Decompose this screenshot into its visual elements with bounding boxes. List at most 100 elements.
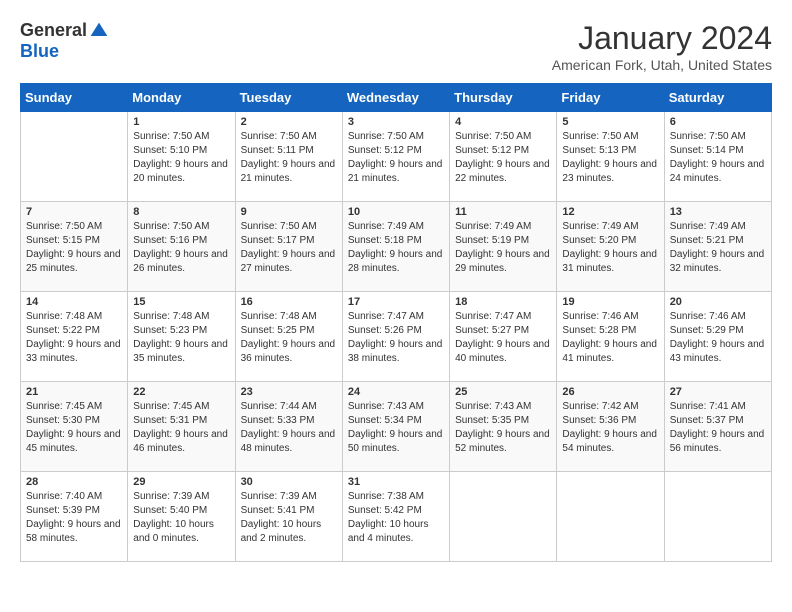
day-number: 23 [241, 386, 337, 398]
calendar-cell: 23 Sunrise: 7:44 AM Sunset: 5:33 PM Dayl… [235, 382, 342, 472]
sunrise-text: Sunrise: 7:49 AM [348, 220, 444, 234]
day-number: 8 [133, 206, 229, 218]
day-info: Sunrise: 7:43 AM Sunset: 5:34 PM Dayligh… [348, 400, 444, 456]
calendar-cell: 6 Sunrise: 7:50 AM Sunset: 5:14 PM Dayli… [664, 112, 771, 202]
sunset-text: Sunset: 5:35 PM [455, 414, 551, 428]
location: American Fork, Utah, United States [552, 57, 772, 73]
day-info: Sunrise: 7:50 AM Sunset: 5:10 PM Dayligh… [133, 130, 229, 186]
day-info: Sunrise: 7:46 AM Sunset: 5:29 PM Dayligh… [670, 310, 766, 366]
calendar-cell [664, 472, 771, 562]
calendar-cell: 28 Sunrise: 7:40 AM Sunset: 5:39 PM Dayl… [21, 472, 128, 562]
day-number: 2 [241, 116, 337, 128]
day-number: 7 [26, 206, 122, 218]
day-number: 1 [133, 116, 229, 128]
sunrise-text: Sunrise: 7:43 AM [455, 400, 551, 414]
sunset-text: Sunset: 5:13 PM [562, 144, 658, 158]
day-number: 11 [455, 206, 551, 218]
sunset-text: Sunset: 5:18 PM [348, 234, 444, 248]
calendar-week-row: 1 Sunrise: 7:50 AM Sunset: 5:10 PM Dayli… [21, 112, 772, 202]
day-info: Sunrise: 7:45 AM Sunset: 5:30 PM Dayligh… [26, 400, 122, 456]
sunrise-text: Sunrise: 7:50 AM [133, 130, 229, 144]
daylight-text: Daylight: 9 hours and 33 minutes. [26, 338, 122, 366]
sunset-text: Sunset: 5:12 PM [348, 144, 444, 158]
day-info: Sunrise: 7:42 AM Sunset: 5:36 PM Dayligh… [562, 400, 658, 456]
sunset-text: Sunset: 5:34 PM [348, 414, 444, 428]
sunrise-text: Sunrise: 7:47 AM [455, 310, 551, 324]
calendar-cell: 9 Sunrise: 7:50 AM Sunset: 5:17 PM Dayli… [235, 202, 342, 292]
day-number: 9 [241, 206, 337, 218]
day-info: Sunrise: 7:40 AM Sunset: 5:39 PM Dayligh… [26, 490, 122, 546]
day-number: 19 [562, 296, 658, 308]
sunrise-text: Sunrise: 7:50 AM [26, 220, 122, 234]
sunset-text: Sunset: 5:14 PM [670, 144, 766, 158]
daylight-text: Daylight: 9 hours and 29 minutes. [455, 248, 551, 276]
sunset-text: Sunset: 5:20 PM [562, 234, 658, 248]
daylight-text: Daylight: 9 hours and 21 minutes. [348, 158, 444, 186]
day-number: 28 [26, 476, 122, 488]
day-info: Sunrise: 7:50 AM Sunset: 5:11 PM Dayligh… [241, 130, 337, 186]
daylight-text: Daylight: 9 hours and 22 minutes. [455, 158, 551, 186]
calendar-cell: 17 Sunrise: 7:47 AM Sunset: 5:26 PM Dayl… [342, 292, 449, 382]
day-number: 6 [670, 116, 766, 128]
day-info: Sunrise: 7:43 AM Sunset: 5:35 PM Dayligh… [455, 400, 551, 456]
day-info: Sunrise: 7:47 AM Sunset: 5:27 PM Dayligh… [455, 310, 551, 366]
daylight-text: Daylight: 10 hours and 2 minutes. [241, 518, 337, 546]
daylight-text: Daylight: 9 hours and 48 minutes. [241, 428, 337, 456]
sunset-text: Sunset: 5:23 PM [133, 324, 229, 338]
calendar-cell: 21 Sunrise: 7:45 AM Sunset: 5:30 PM Dayl… [21, 382, 128, 472]
calendar-cell: 20 Sunrise: 7:46 AM Sunset: 5:29 PM Dayl… [664, 292, 771, 382]
sunset-text: Sunset: 5:21 PM [670, 234, 766, 248]
day-info: Sunrise: 7:49 AM Sunset: 5:21 PM Dayligh… [670, 220, 766, 276]
day-number: 24 [348, 386, 444, 398]
sunset-text: Sunset: 5:10 PM [133, 144, 229, 158]
sunrise-text: Sunrise: 7:40 AM [26, 490, 122, 504]
calendar-cell: 30 Sunrise: 7:39 AM Sunset: 5:41 PM Dayl… [235, 472, 342, 562]
daylight-text: Daylight: 9 hours and 43 minutes. [670, 338, 766, 366]
sunrise-text: Sunrise: 7:49 AM [670, 220, 766, 234]
day-number: 15 [133, 296, 229, 308]
header-day-monday: Monday [128, 84, 235, 112]
daylight-text: Daylight: 9 hours and 58 minutes. [26, 518, 122, 546]
sunrise-text: Sunrise: 7:45 AM [133, 400, 229, 414]
day-number: 22 [133, 386, 229, 398]
sunset-text: Sunset: 5:31 PM [133, 414, 229, 428]
sunrise-text: Sunrise: 7:50 AM [670, 130, 766, 144]
logo-blue-text: Blue [20, 41, 59, 62]
calendar-cell: 11 Sunrise: 7:49 AM Sunset: 5:19 PM Dayl… [450, 202, 557, 292]
daylight-text: Daylight: 9 hours and 46 minutes. [133, 428, 229, 456]
calendar-week-row: 28 Sunrise: 7:40 AM Sunset: 5:39 PM Dayl… [21, 472, 772, 562]
sunset-text: Sunset: 5:30 PM [26, 414, 122, 428]
day-number: 30 [241, 476, 337, 488]
calendar-cell: 7 Sunrise: 7:50 AM Sunset: 5:15 PM Dayli… [21, 202, 128, 292]
day-info: Sunrise: 7:50 AM Sunset: 5:13 PM Dayligh… [562, 130, 658, 186]
day-number: 13 [670, 206, 766, 218]
sunset-text: Sunset: 5:28 PM [562, 324, 658, 338]
day-info: Sunrise: 7:50 AM Sunset: 5:16 PM Dayligh… [133, 220, 229, 276]
sunrise-text: Sunrise: 7:47 AM [348, 310, 444, 324]
calendar-cell: 15 Sunrise: 7:48 AM Sunset: 5:23 PM Dayl… [128, 292, 235, 382]
sunset-text: Sunset: 5:12 PM [455, 144, 551, 158]
sunset-text: Sunset: 5:40 PM [133, 504, 229, 518]
daylight-text: Daylight: 9 hours and 28 minutes. [348, 248, 444, 276]
calendar-cell: 10 Sunrise: 7:49 AM Sunset: 5:18 PM Dayl… [342, 202, 449, 292]
day-info: Sunrise: 7:48 AM Sunset: 5:25 PM Dayligh… [241, 310, 337, 366]
daylight-text: Daylight: 9 hours and 24 minutes. [670, 158, 766, 186]
sunset-text: Sunset: 5:27 PM [455, 324, 551, 338]
day-number: 18 [455, 296, 551, 308]
sunrise-text: Sunrise: 7:48 AM [133, 310, 229, 324]
daylight-text: Daylight: 9 hours and 36 minutes. [241, 338, 337, 366]
sunset-text: Sunset: 5:33 PM [241, 414, 337, 428]
day-info: Sunrise: 7:48 AM Sunset: 5:23 PM Dayligh… [133, 310, 229, 366]
sunrise-text: Sunrise: 7:50 AM [241, 220, 337, 234]
day-info: Sunrise: 7:50 AM Sunset: 5:17 PM Dayligh… [241, 220, 337, 276]
sunset-text: Sunset: 5:29 PM [670, 324, 766, 338]
daylight-text: Daylight: 9 hours and 25 minutes. [26, 248, 122, 276]
daylight-text: Daylight: 9 hours and 40 minutes. [455, 338, 551, 366]
calendar-week-row: 7 Sunrise: 7:50 AM Sunset: 5:15 PM Dayli… [21, 202, 772, 292]
daylight-text: Daylight: 9 hours and 20 minutes. [133, 158, 229, 186]
calendar-cell: 5 Sunrise: 7:50 AM Sunset: 5:13 PM Dayli… [557, 112, 664, 202]
day-number: 29 [133, 476, 229, 488]
day-info: Sunrise: 7:50 AM Sunset: 5:14 PM Dayligh… [670, 130, 766, 186]
sunrise-text: Sunrise: 7:39 AM [133, 490, 229, 504]
day-info: Sunrise: 7:49 AM Sunset: 5:20 PM Dayligh… [562, 220, 658, 276]
